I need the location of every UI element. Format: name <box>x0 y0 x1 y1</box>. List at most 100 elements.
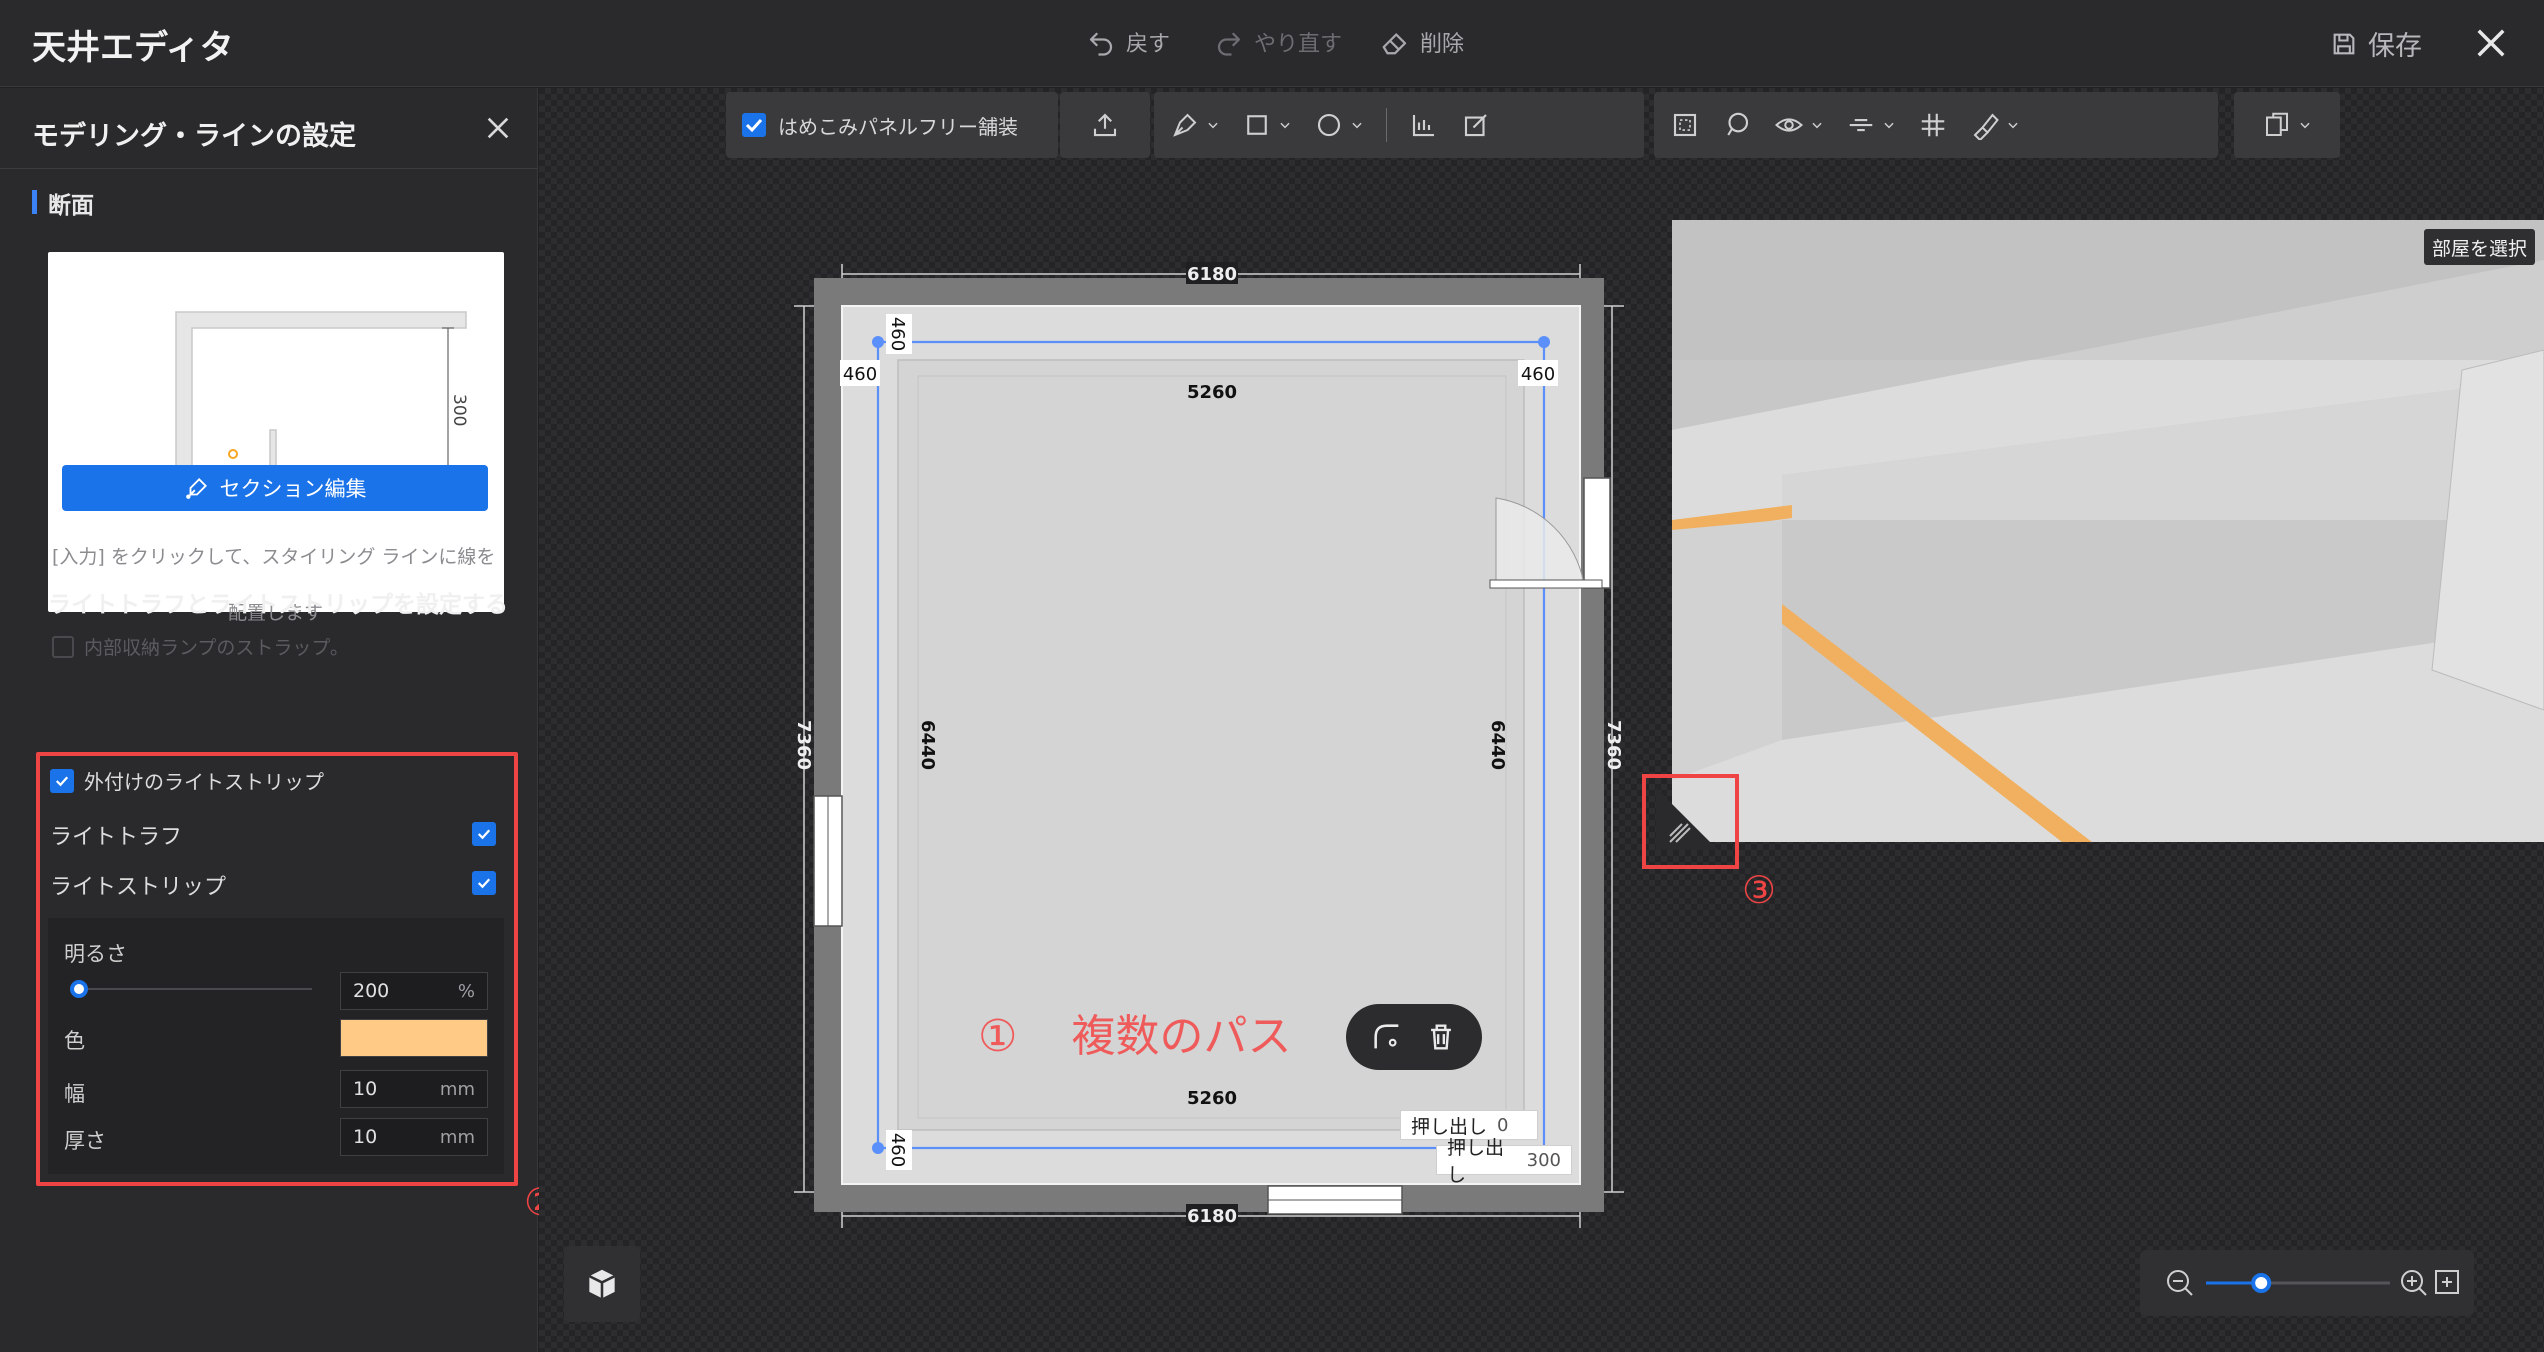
zoom-slider-thumb[interactable] <box>2251 1273 2272 1293</box>
rectangle-icon <box>1247 115 1267 135</box>
undo-icon <box>1089 32 1113 56</box>
undo-button[interactable]: 戻す <box>1086 26 1170 58</box>
width-input[interactable]: 10 mm <box>340 1070 488 1108</box>
select-room-button[interactable]: 部屋を選択 <box>2424 229 2536 265</box>
zoom-graphics <box>2167 1270 2459 1296</box>
internal-lamp-strap-option[interactable]: 内部収納ランプのストラップ。 <box>52 633 349 660</box>
copy-dropdown[interactable] <box>2262 110 2312 140</box>
measure-icon[interactable] <box>1409 110 1439 140</box>
dim-offset-tr-h: 460 <box>1521 364 1555 385</box>
highlight-box-3d-toggle <box>1642 774 1739 869</box>
dim-inner-height-left: 6440 <box>917 720 938 770</box>
dim-inner-height-right: 6440 <box>1487 720 1508 770</box>
align-icon <box>1849 118 1873 132</box>
upload-icon[interactable] <box>1090 110 1120 140</box>
edit-area-icon[interactable] <box>1461 110 1491 140</box>
check-icon <box>477 829 491 840</box>
strip-color-swatch[interactable] <box>340 1019 488 1057</box>
section-accent-bar <box>32 190 37 214</box>
trash-icon[interactable] <box>1424 1020 1458 1054</box>
save-icon <box>2333 33 2355 54</box>
light-trough-label: ライトトラフ <box>50 825 183 850</box>
close-icon <box>2477 29 2505 57</box>
dim-offset-bl-v: 460 <box>887 1133 908 1167</box>
light-strip-label: ライトストリップ <box>50 875 227 900</box>
corner-radius-icon[interactable] <box>1370 1020 1404 1054</box>
annotation-number-3: ③ <box>1742 868 1777 912</box>
delete-button[interactable]: 削除 <box>1380 26 1464 58</box>
chevron-down-icon <box>1812 122 1822 129</box>
extrusion-value[interactable]: 300 <box>1527 1150 1561 1171</box>
toolbar-group-upload <box>1060 92 1150 158</box>
align-dropdown[interactable] <box>1846 110 1896 140</box>
seamless-panel-toggle[interactable]: はめこみパネルフリー舗装 <box>726 92 1058 158</box>
width-label: 幅 <box>64 1082 85 1106</box>
circle-icon <box>1317 113 1341 137</box>
chevron-down-icon <box>2300 122 2310 129</box>
rectangle-tool-dropdown[interactable] <box>1242 110 1292 140</box>
external-strip-label: 外付けのライトストリップ <box>84 770 324 794</box>
panel-title: モデリング・ラインの設定 <box>32 121 356 152</box>
light-trough-checkbox[interactable] <box>472 822 496 846</box>
chevron-down-icon <box>1208 122 1218 129</box>
dim-outer-width-bottom: 6180 <box>1187 1206 1237 1227</box>
check-icon <box>745 118 763 133</box>
save-button[interactable]: 保存 <box>2330 24 2422 63</box>
annotation-multi-path: ① 複数のパス <box>978 1000 1291 1064</box>
select-frame-icon[interactable] <box>1670 110 1700 140</box>
undo-label: 戻す <box>1126 32 1171 57</box>
save-label: 保存 <box>2368 31 2422 62</box>
thickness-label: 厚さ <box>64 1129 106 1153</box>
ceiling-floor-plan[interactable]: 6180 6180 5260 5260 7360 7360 6440 6440 … <box>790 250 1650 1240</box>
fit-view-icon[interactable] <box>2435 1270 2459 1294</box>
close-editor-button[interactable] <box>2470 22 2512 64</box>
brightness-value: 200 <box>353 980 390 1002</box>
section-edit-button[interactable]: セクション編集 <box>62 465 488 511</box>
external-strip-checkbox[interactable] <box>50 768 74 793</box>
3d-view-toggle-icon[interactable] <box>1646 778 1735 865</box>
eraser-icon <box>1382 33 1407 55</box>
path-node[interactable] <box>1538 336 1550 348</box>
view-cube-button[interactable] <box>564 1246 640 1322</box>
redo-label: やり直す <box>1254 32 1343 57</box>
extrusion-label-2[interactable]: 押し出し 300 <box>1436 1137 1572 1186</box>
zoom-in-icon[interactable] <box>2401 1270 2427 1296</box>
check-icon <box>477 878 491 889</box>
panel-close-button[interactable] <box>482 112 514 144</box>
external-light-strip-option[interactable]: 外付けのライトストリップ <box>50 766 324 795</box>
toolbar-group-view <box>1654 92 2218 158</box>
light-strip-checkbox[interactable] <box>472 871 496 895</box>
path-node[interactable] <box>872 336 884 348</box>
eye-icon <box>1775 118 1803 132</box>
brightness-slider-track[interactable] <box>72 988 312 990</box>
internal-lamp-checkbox[interactable] <box>52 635 74 658</box>
section-edit-label: セクション編集 <box>219 477 367 501</box>
zoom-out-icon[interactable] <box>2167 1270 2193 1296</box>
chevron-down-icon <box>1280 122 1290 129</box>
pen-tool-dropdown[interactable] <box>1170 110 1220 140</box>
seamless-panel-checkbox[interactable] <box>742 113 766 137</box>
path-actions-pill <box>1346 1004 1482 1070</box>
brush-dropdown[interactable] <box>1970 110 2020 140</box>
brightness-input[interactable]: 200 % <box>340 972 488 1010</box>
dim-outer-width-top: 6180 <box>1187 264 1237 285</box>
thickness-input[interactable]: 10 mm <box>340 1118 488 1156</box>
annotation-multi-path-label: 複数のパス <box>1071 1011 1292 1062</box>
light-settings-heading: ライトトラフとライトストリップを設定する <box>48 592 508 618</box>
toolbar-group-draw <box>1154 92 1644 158</box>
preview-3d-view[interactable] <box>1672 220 2544 842</box>
pen-path-icon <box>1173 113 1197 137</box>
annotation-number-1: ① <box>978 1011 1018 1062</box>
dim-inner-width-bottom: 5260 <box>1187 1088 1237 1109</box>
hint-text: [入力] をクリックして、スタイリング ラインに線を <box>52 546 496 568</box>
path-node[interactable] <box>872 1142 884 1154</box>
circle-tool-dropdown[interactable] <box>1314 110 1364 140</box>
dim-inner-width-top: 5260 <box>1187 382 1237 403</box>
lasso-icon[interactable] <box>1722 110 1752 140</box>
cube-icon <box>588 1269 616 1299</box>
brightness-unit: % <box>457 980 475 1002</box>
redo-button[interactable]: やり直す <box>1214 26 1342 58</box>
grid-icon[interactable] <box>1918 110 1948 140</box>
edit-path-icon <box>185 478 207 499</box>
visibility-dropdown[interactable] <box>1774 110 1824 140</box>
